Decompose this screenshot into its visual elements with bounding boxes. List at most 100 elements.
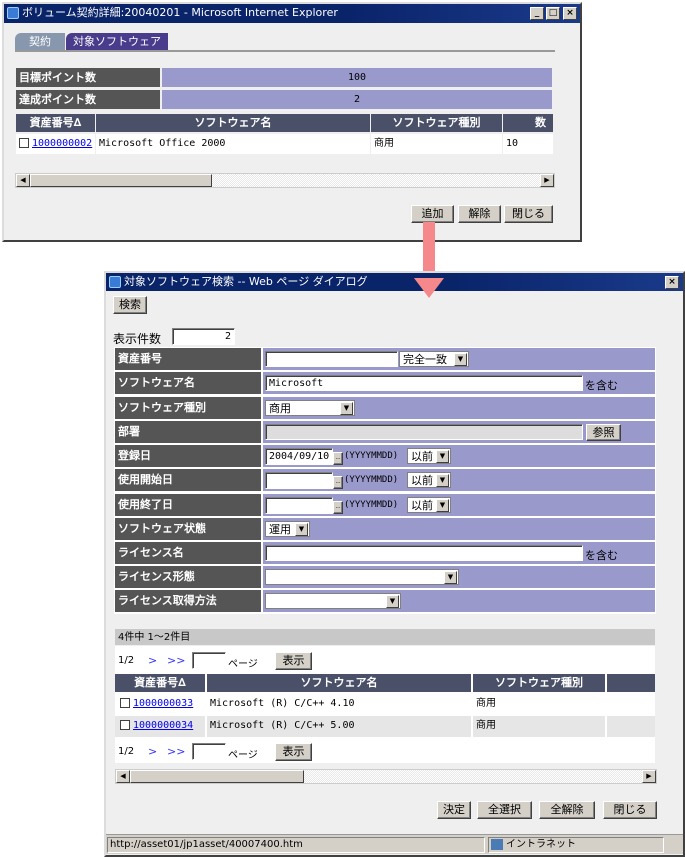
label-software_type: ソフトウェア種別 — [115, 397, 261, 419]
label-use_end: 使用終了日 — [115, 494, 261, 516]
show-page-button[interactable]: 表示 — [275, 652, 312, 670]
row-checkbox[interactable] — [120, 698, 130, 708]
maximize-button[interactable]: □ — [546, 7, 560, 20]
date-format-hint: (YYYYMMDD) — [344, 500, 399, 510]
last-page-link[interactable]: >> — [167, 745, 185, 758]
select-value: 運用 — [269, 523, 291, 536]
scroll-left-icon[interactable]: ◀ — [16, 174, 30, 187]
calendar-button[interactable]: .. — [333, 452, 343, 465]
page-number-input[interactable] — [192, 652, 226, 669]
column-software-name: ソフトウェア名 — [207, 674, 471, 692]
minimize-button[interactable]: _ — [530, 7, 544, 20]
label-license_method: ライセンス取得方法 — [115, 590, 261, 612]
display-count-label: 表示件数 — [113, 332, 162, 346]
chevron-down-icon: ▼ — [436, 474, 449, 487]
browse-button[interactable]: 参照 — [586, 424, 621, 441]
window-title: ボリューム契約詳細:20040201 - Microsoft Internet … — [22, 6, 338, 19]
scroll-left-icon[interactable]: ◀ — [116, 770, 130, 783]
column-software-type: ソフトウェア種別 — [371, 114, 502, 132]
title-bar: ボリューム契約詳細:20040201 - Microsoft Internet … — [4, 4, 580, 23]
last-page-link[interactable]: >> — [167, 654, 185, 667]
chevron-down-icon: ▼ — [454, 353, 467, 366]
tab-contract[interactable]: 契約 — [15, 33, 65, 50]
license_form-select[interactable]: ▼ — [265, 569, 459, 585]
department-input[interactable] — [265, 424, 583, 440]
horizontal-scrollbar[interactable]: ◀ ▶ — [15, 173, 555, 188]
quantity-cell: 10 — [503, 134, 553, 154]
select-value: 以前 — [411, 474, 433, 487]
scroll-right-icon[interactable]: ▶ — [642, 770, 656, 783]
page-number-input[interactable] — [192, 743, 226, 760]
status-bar: http://asset01/jp1asset/40007400.htm イント… — [106, 834, 683, 854]
next-page-link[interactable]: > — [148, 745, 157, 758]
clear-all-button[interactable]: 全解除 — [539, 801, 595, 819]
chevron-down-icon: ▼ — [436, 499, 449, 512]
label-software_status: ソフトウェア状態 — [115, 518, 261, 540]
ok-button[interactable]: 決定 — [437, 801, 471, 819]
extra-cell — [607, 716, 655, 737]
column-asset-no[interactable]: 資産番号∆ — [115, 674, 205, 692]
page-label: ページ — [228, 750, 258, 761]
dialog-horizontal-scrollbar[interactable]: ◀ ▶ — [115, 769, 657, 784]
close-window-button[interactable]: 閉じる — [504, 205, 553, 223]
registered-date-input[interactable]: 2004/09/10 — [265, 448, 333, 465]
software-type-cell: 商用 — [473, 694, 605, 715]
tab-target-software[interactable]: 対象ソフトウェア — [66, 33, 168, 50]
use_end-date-input[interactable] — [265, 497, 333, 514]
column-quantity: 数量 — [503, 114, 553, 132]
dialog-title: 対象ソフトウェア検索 -- Web ページ ダイアログ — [124, 275, 368, 288]
asset-link[interactable]: 1000000002 — [32, 138, 92, 149]
chevron-down-icon: ▼ — [295, 523, 308, 536]
chevron-down-icon: ▼ — [436, 450, 449, 463]
label-department: 部署 — [115, 421, 261, 443]
license_method-select[interactable]: ▼ — [265, 593, 401, 609]
contains-label: を含む — [585, 379, 618, 392]
asset-no-match-select[interactable]: 完全一致 ▼ — [399, 351, 469, 367]
software-name-cell: Microsoft Office 2000 — [96, 134, 370, 154]
table-row: 1000000002 — [16, 134, 95, 154]
label-asset_no: 資産番号 — [115, 348, 261, 370]
page-indicator: 1/2 — [118, 655, 135, 666]
asset-link[interactable]: 1000000033 — [133, 698, 193, 709]
status-zone: イントラネット — [488, 837, 664, 853]
target-points-value: 100 — [162, 68, 552, 87]
close-button[interactable]: × — [563, 7, 577, 20]
registered-condition-select[interactable]: 以前 ▼ — [407, 448, 451, 464]
add-button[interactable]: 追加 — [411, 205, 454, 223]
use_start-date-input[interactable] — [265, 472, 333, 489]
use_start-condition-select[interactable]: 以前 ▼ — [407, 472, 451, 488]
row-checkbox[interactable] — [19, 138, 29, 148]
display-count-input[interactable]: 2 — [172, 328, 235, 345]
search-button[interactable]: 検索 — [113, 296, 147, 314]
page-label: ページ — [228, 659, 258, 670]
select-all-button[interactable]: 全選択 — [477, 801, 532, 819]
remove-button[interactable]: 解除 — [458, 205, 501, 223]
achieved-points-label: 達成ポイント数 — [16, 90, 160, 109]
label-license_form: ライセンス形態 — [115, 566, 261, 588]
scroll-right-icon[interactable]: ▶ — [540, 174, 554, 187]
calendar-button[interactable]: .. — [333, 476, 343, 489]
select-value: 商用 — [269, 402, 291, 415]
column-asset-no[interactable]: 資産番号∆ — [16, 114, 95, 132]
status-url: http://asset01/jp1asset/40007400.htm — [107, 837, 485, 853]
row-checkbox[interactable] — [120, 720, 130, 730]
use_end-condition-select[interactable]: 以前 ▼ — [407, 497, 451, 513]
ie-icon — [7, 7, 19, 19]
tab-divider — [15, 50, 555, 52]
scroll-thumb[interactable] — [30, 174, 212, 187]
calendar-button[interactable]: .. — [333, 501, 343, 514]
achieved-points-value: 2 — [162, 90, 552, 109]
next-page-link[interactable]: > — [148, 654, 157, 667]
show-page-button[interactable]: 表示 — [275, 743, 312, 761]
asset-no-input[interactable] — [265, 351, 398, 367]
dialog-close-button[interactable]: × — [665, 276, 679, 289]
software_name-input[interactable]: Microsoft — [265, 375, 583, 391]
column-software-type: ソフトウェア種別 — [473, 674, 605, 692]
software_status-select[interactable]: 運用 ▼ — [265, 521, 310, 537]
dialog-close-window-button[interactable]: 閉じる — [603, 801, 657, 819]
scroll-thumb[interactable] — [130, 770, 304, 783]
asset-link[interactable]: 1000000034 — [133, 720, 193, 731]
label-use_start: 使用開始日 — [115, 469, 261, 491]
software-type-select[interactable]: 商用 ▼ — [265, 400, 355, 416]
license_name-input[interactable] — [265, 545, 583, 561]
